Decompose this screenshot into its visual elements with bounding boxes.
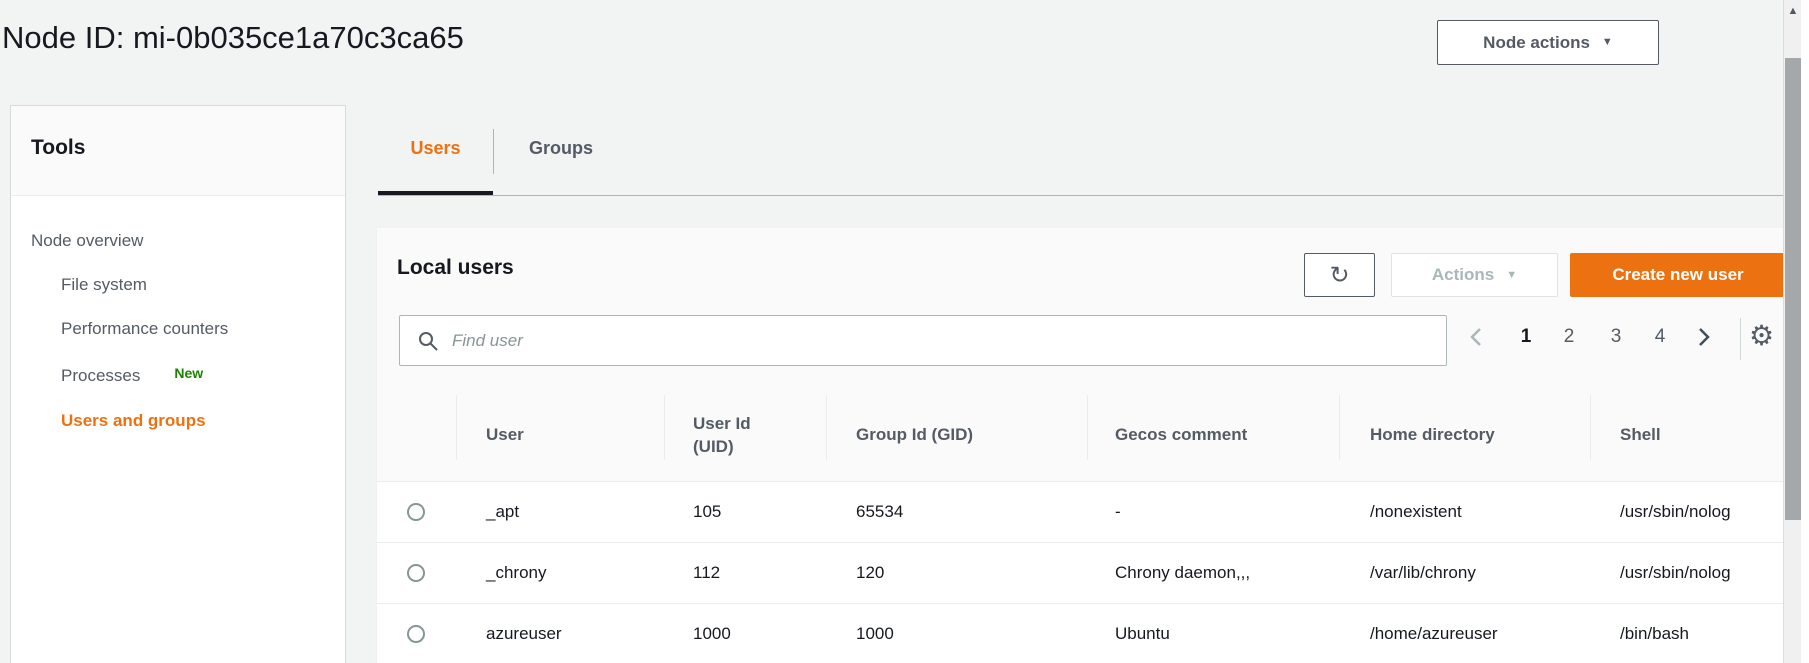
local-users-table: User User Id (UID) Group Id (GID) Gecos … [377, 390, 1786, 663]
column-header-user: User [486, 425, 524, 445]
page-button-1[interactable]: 1 [1513, 323, 1539, 351]
sidebar-item-users-and-groups[interactable]: Users and groups [61, 411, 206, 431]
search-box [399, 315, 1447, 366]
cell-shell: /usr/sbin/nolog [1620, 563, 1731, 582]
create-new-user-button[interactable]: Create new user [1570, 253, 1786, 297]
chevron-down-icon: ▼ [1506, 268, 1518, 281]
cell-home: /home/azureuser [1370, 624, 1498, 643]
sidebar-item-file-system[interactable]: File system [61, 275, 147, 295]
cell-gecos: Chrony daemon,,, [1115, 563, 1251, 582]
column-separator [456, 395, 457, 460]
node-actions-button[interactable]: Node actions ▼ [1437, 20, 1659, 65]
cell-home: /nonexistent [1370, 502, 1462, 521]
page-button-2[interactable]: 2 [1556, 323, 1582, 351]
scrollbar-up-arrow-icon[interactable]: ▲ [1784, 5, 1802, 17]
column-header-shell: Shell [1620, 425, 1661, 445]
tabs-bottom-border [378, 195, 1783, 196]
cell-gid: 1000 [856, 624, 894, 643]
cell-user: _apt [486, 502, 520, 521]
cell-shell: /usr/sbin/nolog [1620, 502, 1731, 521]
tab-divider [493, 129, 494, 174]
next-page-button[interactable] [1691, 323, 1717, 351]
cell-uid: 1000 [693, 624, 731, 643]
cell-gid: 65534 [856, 502, 904, 521]
sidebar-item-processes[interactable]: Processes New [61, 365, 204, 386]
row-radio-button[interactable] [407, 564, 425, 582]
fleet-manager-screen: Node ID: mi-0b035ce1a70c3ca65 Node actio… [0, 0, 1809, 663]
search-input[interactable] [452, 316, 1446, 365]
previous-page-button[interactable] [1462, 323, 1488, 351]
column-separator [664, 395, 665, 460]
cell-uid: 105 [693, 502, 722, 521]
cell-home: /var/lib/chrony [1370, 563, 1476, 582]
refresh-button[interactable]: ↻ [1304, 253, 1375, 297]
cell-uid: 112 [693, 563, 721, 582]
select-all-header-cell [377, 390, 456, 481]
page-button-4[interactable]: 4 [1647, 323, 1673, 351]
tools-sidebar: Tools Node overview File system Performa… [10, 105, 346, 663]
local-users-panel: Local users ↻ Actions ▼ Create new user … [377, 228, 1786, 663]
refresh-icon: ↻ [1329, 261, 1350, 289]
table-row: azureuser 1000 1000 Ubuntu /home/azureus… [377, 604, 1786, 663]
cell-user: azureuser [486, 624, 562, 643]
page-title: Node ID: mi-0b035ce1a70c3ca65 [2, 20, 464, 55]
column-separator [1087, 395, 1088, 460]
new-badge: New [174, 365, 204, 381]
cell-shell: /bin/bash [1620, 624, 1689, 643]
sidebar-item-performance-counters[interactable]: Performance counters [61, 319, 228, 339]
panel-title: Local users [397, 256, 514, 279]
window-edge [1801, 0, 1809, 663]
column-header-gid: Group Id (GID) [856, 425, 974, 445]
column-header-home: Home directory [1370, 425, 1495, 445]
node-actions-label: Node actions [1483, 32, 1590, 52]
tab-users[interactable]: Users [378, 105, 493, 191]
column-separator [826, 395, 827, 460]
cell-gid: 120 [856, 563, 885, 582]
page-button-3[interactable]: 3 [1603, 323, 1629, 351]
cell-user: _chrony [486, 563, 547, 582]
search-icon [418, 331, 438, 351]
column-separator [1590, 395, 1591, 460]
vertical-scrollbar[interactable]: ▲ [1783, 0, 1801, 663]
cell-gecos: Ubuntu [1115, 624, 1170, 643]
row-radio-button[interactable] [407, 503, 425, 521]
column-header-gecos: Gecos comment [1115, 425, 1248, 445]
cell-gecos: - [1115, 502, 1121, 521]
sidebar-title: Tools [11, 106, 345, 196]
sidebar-item-node-overview[interactable]: Node overview [31, 231, 143, 251]
column-separator [1339, 395, 1340, 460]
column-header-uid: User Id (UID) [693, 413, 751, 456]
table-header-row: User User Id (UID) Group Id (GID) Gecos … [377, 390, 1786, 482]
scrollbar-thumb[interactable] [1785, 58, 1801, 520]
pagination-divider [1740, 318, 1741, 360]
actions-button[interactable]: Actions ▼ [1391, 253, 1558, 297]
chevron-down-icon: ▼ [1601, 36, 1613, 48]
table-row: _chrony 112 120 Chrony daemon,,, /var/li… [377, 543, 1786, 604]
settings-gear-icon[interactable]: ⚙ [1749, 319, 1774, 352]
table-row: _apt 105 65534 - /nonexistent /usr/sbin/… [377, 482, 1786, 543]
tab-groups[interactable]: Groups [493, 105, 629, 191]
row-radio-button[interactable] [407, 625, 425, 643]
